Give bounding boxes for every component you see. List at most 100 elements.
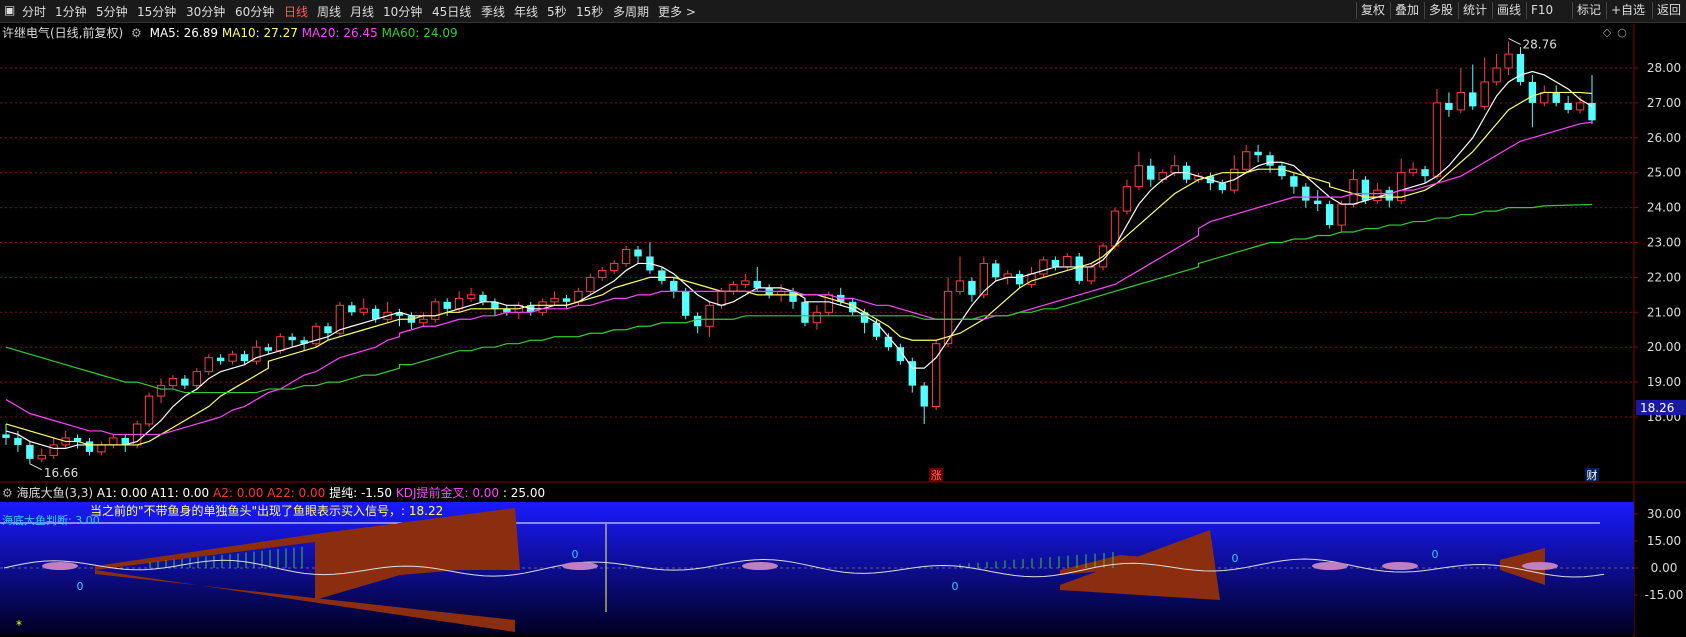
settings-icon-ind[interactable]: ⚙ — [2, 486, 13, 500]
indicator-tick-label: 0.00 — [1651, 561, 1678, 575]
candle-up — [1456, 91, 1466, 111]
settings-icon[interactable]: ⚙ — [131, 26, 142, 40]
candle-up — [955, 280, 965, 292]
candle-down — [1278, 165, 1286, 177]
candle-down — [1445, 102, 1453, 110]
candlestick-chart: 18.0019.0020.0021.0022.0023.0024.0025.00… — [0, 24, 1686, 637]
pink-blob-2 — [742, 562, 778, 570]
diamond-icon: ◇ — [1603, 26, 1612, 39]
candle-up — [1349, 179, 1358, 205]
price-tick-label: 20.00 — [1647, 340, 1681, 354]
candle-up — [1170, 165, 1179, 174]
candle-down — [324, 326, 332, 334]
indicator-value-4: 提纯: -1.50 — [325, 486, 393, 500]
candle-up — [431, 301, 440, 320]
candle-down — [682, 291, 690, 316]
indicator-title: 海底大鱼(3,3) — [16, 486, 94, 500]
candle-down — [348, 305, 356, 313]
low-label: 16.66 — [44, 466, 78, 480]
price-tick-label: 23.00 — [1647, 236, 1681, 250]
candle-down — [371, 308, 380, 320]
candle-up — [204, 357, 213, 373]
price-tag: 18.26 — [1640, 401, 1674, 415]
candle-up — [1373, 189, 1382, 202]
candle-down — [1314, 200, 1322, 205]
candle-down — [801, 301, 809, 323]
candle-down — [479, 294, 487, 302]
candle-up — [621, 248, 631, 264]
candle-up — [729, 283, 738, 292]
candle-up — [1480, 81, 1489, 107]
candle-down — [920, 385, 928, 407]
ma-label-1: MA10: 27.27 — [221, 26, 302, 40]
price-tick-label: 24.00 — [1647, 201, 1681, 215]
candle-up — [1039, 259, 1048, 275]
pink-blob-4 — [1382, 562, 1418, 570]
candle-up — [1504, 53, 1513, 69]
candle-down — [1421, 169, 1429, 177]
price-tick-label: 25.00 — [1647, 166, 1681, 180]
candle-down — [1302, 186, 1310, 201]
candle-up — [1122, 186, 1132, 212]
candle-down — [1552, 92, 1560, 103]
price-tick-label: 28.00 — [1647, 61, 1681, 75]
indicator-note: 当之前的"不带鱼身的单独鱼头"出现了鱼眼表示买入信号，: 18.22 — [90, 504, 444, 518]
pink-blob-0 — [42, 562, 78, 570]
candle-up — [37, 454, 46, 460]
high-pointer — [1508, 38, 1521, 45]
candle-up — [228, 353, 237, 362]
zero-label-0: 0 — [77, 580, 84, 593]
candle-down — [884, 336, 893, 348]
candle-up — [812, 311, 822, 324]
candle-up — [276, 336, 285, 352]
candle-up — [550, 297, 559, 303]
candle-up — [609, 262, 619, 271]
star-marker: * — [16, 618, 22, 632]
candle-up — [1086, 266, 1096, 282]
ma-line-ma20 — [5, 121, 1593, 436]
candle-down — [1564, 102, 1572, 110]
candle-up — [717, 290, 726, 306]
candle-up — [979, 262, 989, 296]
low-pointer — [29, 463, 43, 471]
candle-down — [443, 301, 451, 309]
candle-up — [538, 301, 547, 313]
candle-up — [1540, 91, 1549, 104]
candle-up — [1241, 151, 1251, 170]
candle-down — [181, 378, 189, 386]
candle-down — [1528, 81, 1537, 103]
candle-down — [1266, 155, 1274, 166]
candle-up — [454, 297, 464, 310]
candle-up — [1134, 165, 1144, 188]
indicator-note2: 海底大鱼判断: 3.00 — [2, 514, 100, 527]
candle-down — [2, 434, 10, 438]
candle-up — [144, 395, 154, 425]
indicator-value-1: A11: 0.00 — [147, 486, 210, 500]
zero-label-3: 0 — [1232, 552, 1239, 565]
candle-down — [1147, 165, 1155, 180]
candle-down — [1254, 151, 1262, 156]
candle-down — [968, 280, 976, 295]
candle-up — [156, 385, 166, 397]
candle-down — [1075, 256, 1083, 281]
candle-down — [1325, 204, 1334, 226]
candle-down — [753, 280, 761, 288]
candle-down — [85, 441, 94, 452]
ma-label-3: MA60: 24.09 — [381, 26, 458, 40]
candle-down — [1218, 183, 1227, 191]
pink-blob-1 — [562, 562, 598, 570]
price-tick-label: 22.00 — [1647, 270, 1681, 284]
candle-up — [1408, 168, 1418, 174]
zero-label-1: 0 — [572, 548, 579, 561]
candle-up — [1063, 255, 1072, 268]
indicator-value-6: : 25.00 — [499, 486, 546, 500]
candle-up — [419, 318, 428, 324]
candle-down — [1015, 273, 1024, 285]
price-tick-label: 27.00 — [1647, 96, 1681, 110]
indicator-tick-label: -15.00 — [1645, 588, 1684, 602]
candle-down — [992, 263, 1000, 278]
candle-up — [192, 371, 201, 387]
candle-down — [658, 270, 666, 281]
zero-label-2: 0 — [952, 580, 959, 593]
candle-up — [97, 444, 106, 453]
